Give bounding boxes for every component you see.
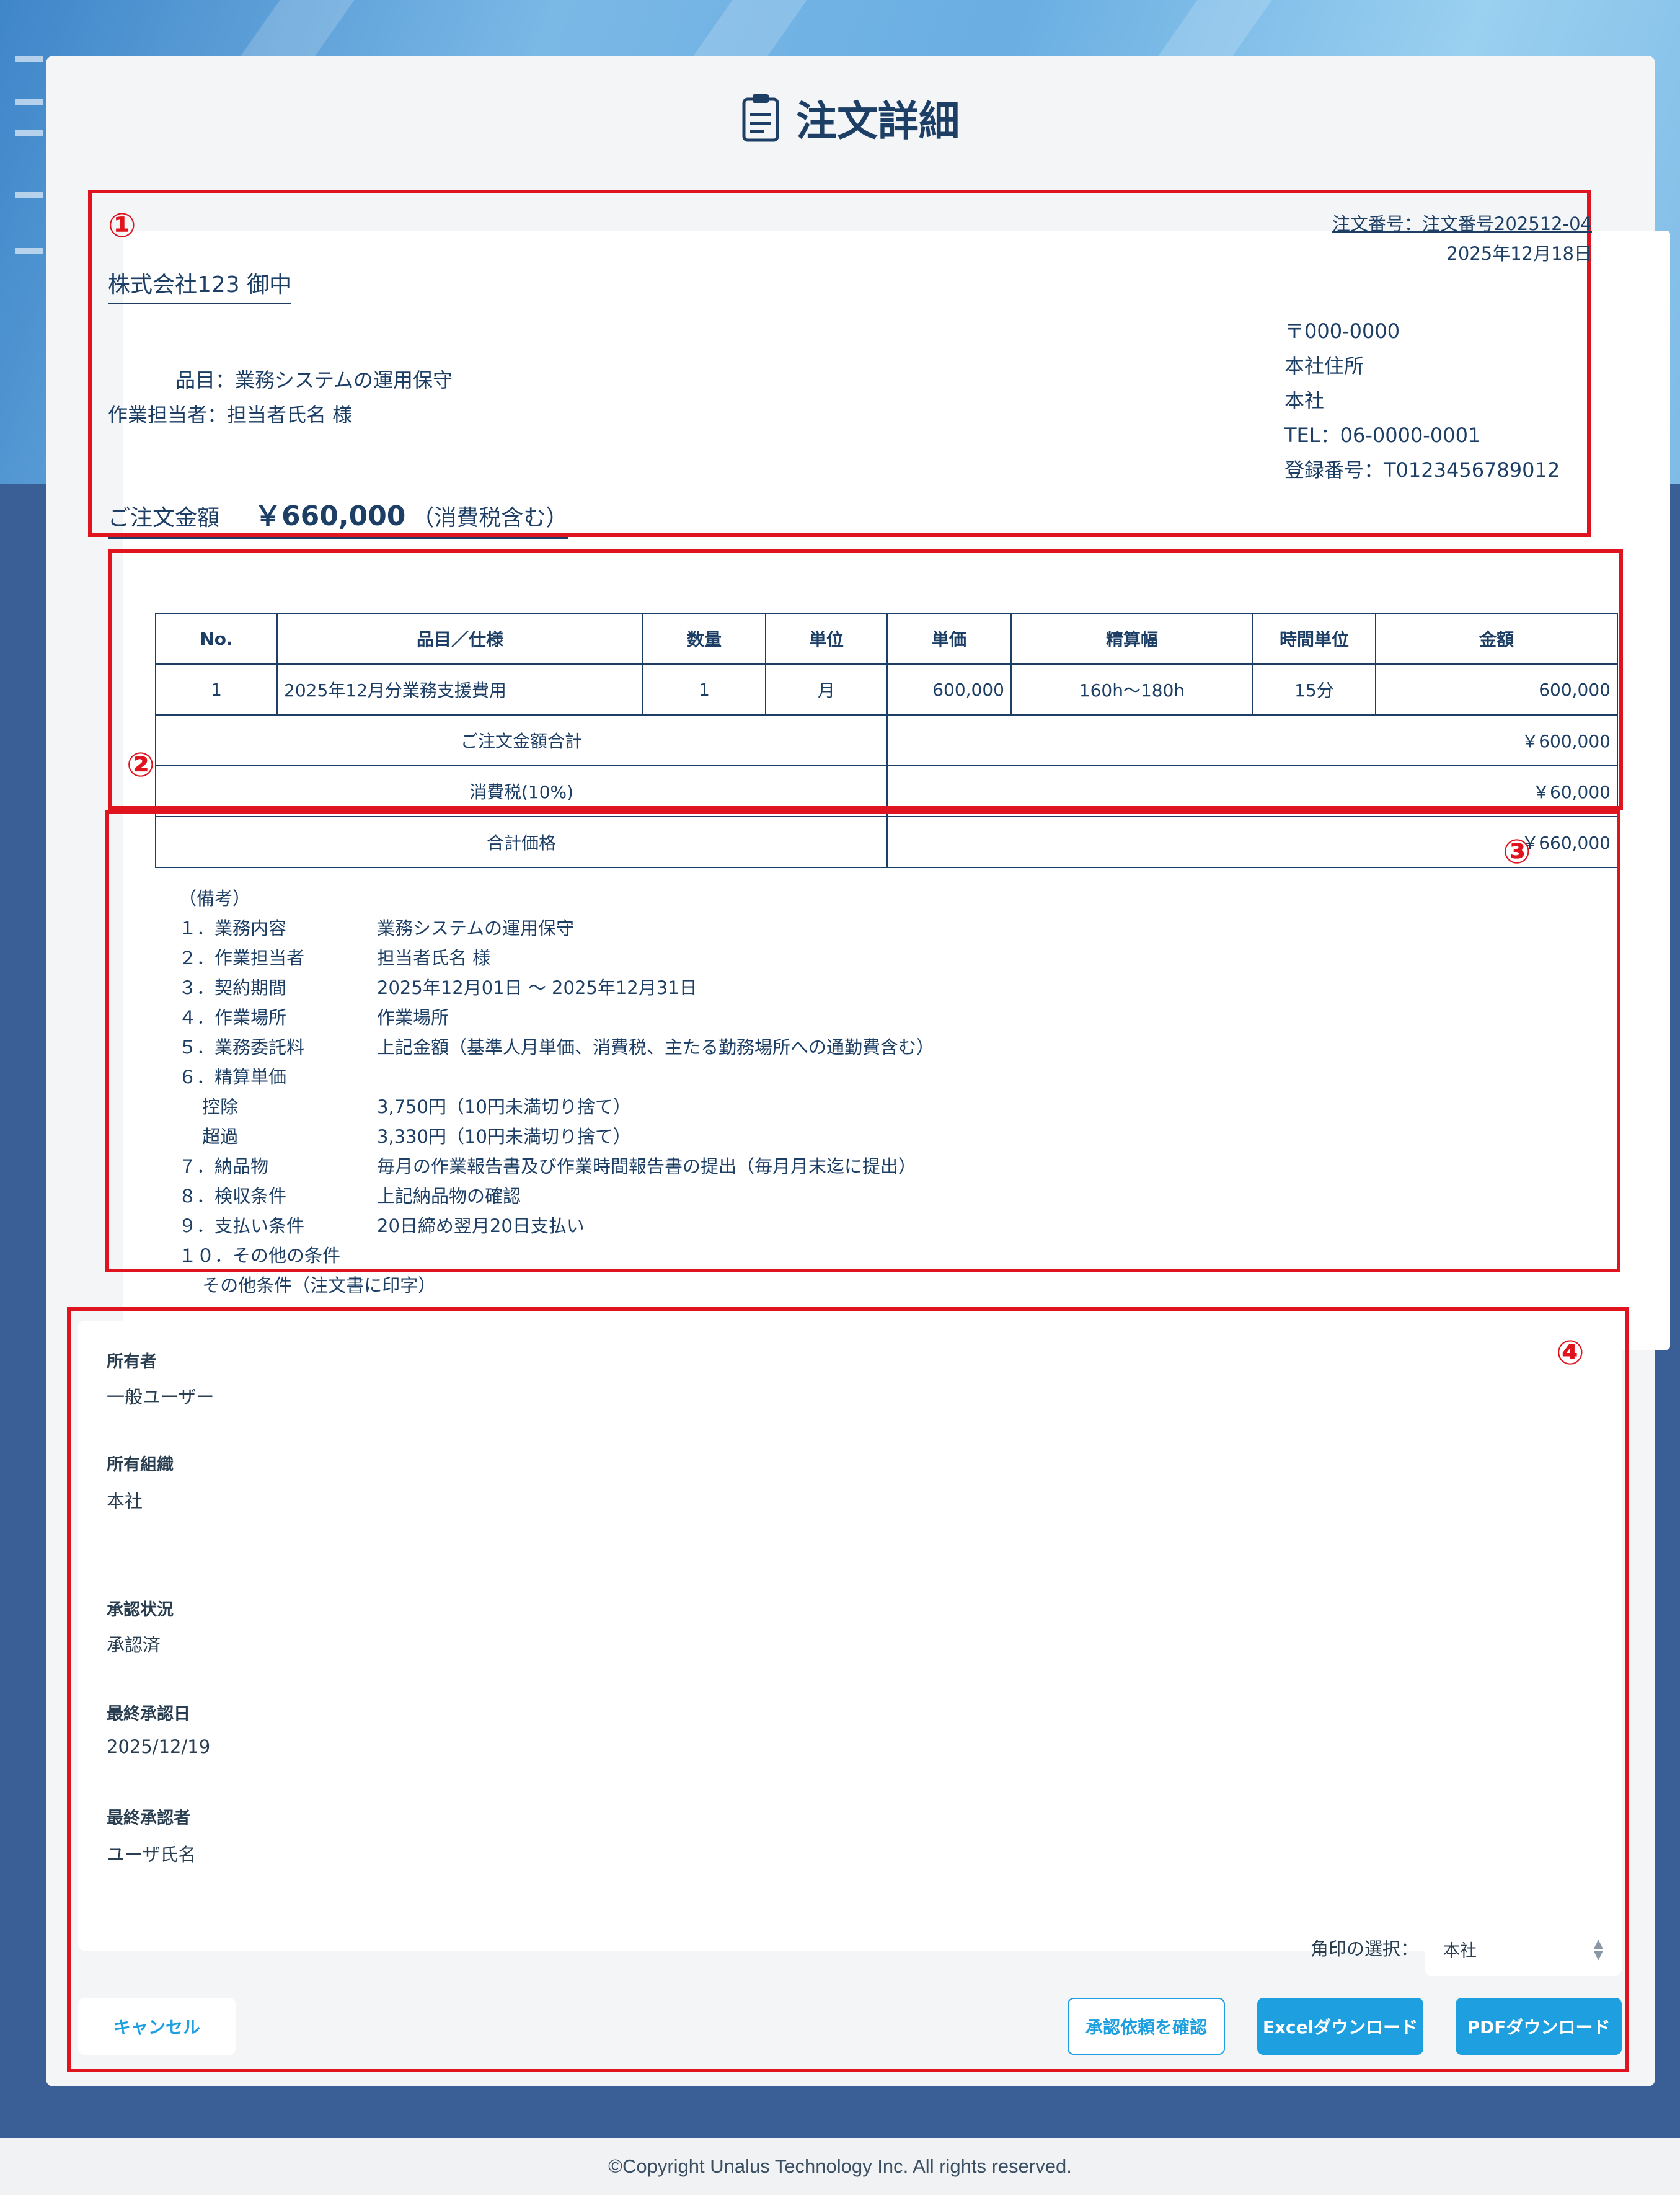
remark-value: 20日締め翌月20日支払い xyxy=(377,1215,585,1236)
remark-item: ８．検収条件 上記納品物の確認 xyxy=(179,1181,934,1211)
remark-item: ６．精算単価 xyxy=(179,1062,934,1092)
decor-stripe xyxy=(693,0,807,56)
remark-key: その他条件（注文書に印字） xyxy=(179,1275,436,1296)
remark-key: ５．業務委託料 xyxy=(179,1037,305,1058)
annotation-label-3: ③ xyxy=(1503,832,1531,871)
annotation-label-2: ② xyxy=(126,745,155,784)
annotation-box-4 xyxy=(67,1307,1629,2072)
company-tel: TEL：06-0000-0001 xyxy=(1284,423,1481,447)
company-info: 〒000-0000 本社住所 本社 TEL：06-0000-0001 登録番号：… xyxy=(1284,314,1560,487)
company-address: 本社住所 xyxy=(1284,354,1364,378)
decor-line xyxy=(15,130,43,136)
remark-item: 控除 3,750円（10円未満切り捨て） xyxy=(179,1092,934,1122)
recipient: 株式会社123 御中 xyxy=(108,267,292,304)
main-card: 注文詳細 ① 注文番号：注文番号202512-04 2025年12月18日 株式… xyxy=(46,56,1670,2086)
remark-value: 毎月の作業報告書及び作業時間報告書の提出（毎月月末迄に提出） xyxy=(377,1156,917,1177)
remark-key: １０．その他の条件 xyxy=(179,1245,341,1266)
remark-key: ７．納品物 xyxy=(179,1156,269,1177)
amount-value: ￥660,000 xyxy=(254,500,406,532)
decor-line xyxy=(15,192,43,198)
decor-stripe xyxy=(1158,0,1272,56)
remark-item: ９．支払い条件 20日締め翌月20日支払い xyxy=(179,1211,934,1241)
company-registration: 登録番号：T0123456789012 xyxy=(1284,458,1560,482)
remark-item: 超過 3,330円（10円未満切り捨て） xyxy=(179,1122,934,1151)
footer: ©Copyright Unalus Technology Inc. All ri… xyxy=(0,2138,1680,2195)
page-title-text: 注文詳細 xyxy=(796,97,960,145)
remark-item: １０．その他の条件 xyxy=(179,1241,934,1270)
remark-value: 上記納品物の確認 xyxy=(377,1186,521,1207)
remark-value: 担当者氏名 様 xyxy=(377,947,491,969)
remark-item: その他条件（注文書に印字） xyxy=(179,1270,934,1300)
remark-item: ３．契約期間 2025年12月01日 ～ 2025年12月31日 xyxy=(179,973,934,1003)
remarks: （備考） １．業務内容 業務システムの運用保守 ２．作業担当者 担当者氏名 様 ３．… xyxy=(179,884,934,1300)
remark-key: １．業務内容 xyxy=(179,918,287,939)
item-line: 品目：業務システムの運用保守 xyxy=(175,368,453,392)
remark-key: ６．精算単価 xyxy=(179,1066,287,1088)
remark-value: 2025年12月01日 ～ 2025年12月31日 xyxy=(377,977,697,998)
remark-value: 業務システムの運用保守 xyxy=(377,918,575,939)
clipboard-icon xyxy=(742,94,779,142)
decor-line xyxy=(15,248,43,254)
annotation-box-2 xyxy=(108,549,1623,810)
annotation-label-1: ① xyxy=(108,206,136,245)
remark-item: １．業務内容 業務システムの運用保守 xyxy=(179,913,934,943)
copyright-text: ©Copyright Unalus Technology Inc. All ri… xyxy=(608,2155,1072,2177)
remark-key: ９．支払い条件 xyxy=(179,1215,305,1236)
company-postal: 〒000-0000 xyxy=(1284,319,1400,343)
order-amount: ご注文金額 ￥660,000 （消費税含む） xyxy=(108,494,568,539)
annotation-label-4: ④ xyxy=(1556,1333,1585,1372)
remark-value: 作業場所 xyxy=(377,1007,449,1028)
remark-value: 上記金額（基準人月単価、消費税、主たる勤務場所への通勤費含む） xyxy=(377,1037,935,1058)
remark-item: ５．業務委託料 上記金額（基準人月単価、消費税、主たる勤務場所への通勤費含む） xyxy=(179,1032,934,1062)
amount-note: （消費税含む） xyxy=(412,505,568,531)
decor-line xyxy=(15,56,43,62)
page-title: 注文詳細 xyxy=(46,87,1655,149)
remark-key: 超過 xyxy=(179,1126,239,1147)
remark-key: ４．作業場所 xyxy=(179,1007,287,1028)
remark-key: ３．契約期間 xyxy=(179,977,287,998)
company-name: 本社 xyxy=(1284,389,1325,412)
decor-stripe xyxy=(241,0,355,56)
amount-label: ご注文金額 xyxy=(108,505,220,531)
remark-item: ４．作業場所 作業場所 xyxy=(179,1003,934,1032)
remark-value: 3,330円（10円未満切り捨て） xyxy=(377,1126,631,1147)
remark-item: ２．作業担当者 担当者氏名 様 xyxy=(179,943,934,973)
order-number: 注文番号：注文番号202512-04 xyxy=(1332,213,1592,234)
remarks-heading: （備考） xyxy=(179,888,251,909)
order-date: 2025年12月18日 xyxy=(1446,243,1592,264)
person-line: 作業担当者：担当者氏名 様 xyxy=(108,403,353,427)
remark-key: ８．検収条件 xyxy=(179,1186,287,1207)
remark-value: 3,750円（10円未満切り捨て） xyxy=(377,1096,631,1117)
decor-line xyxy=(15,99,43,105)
remark-key: 控除 xyxy=(179,1096,239,1117)
remark-key: ２．作業担当者 xyxy=(179,947,305,969)
remark-item: ７．納品物 毎月の作業報告書及び作業時間報告書の提出（毎月月末迄に提出） xyxy=(179,1151,934,1181)
